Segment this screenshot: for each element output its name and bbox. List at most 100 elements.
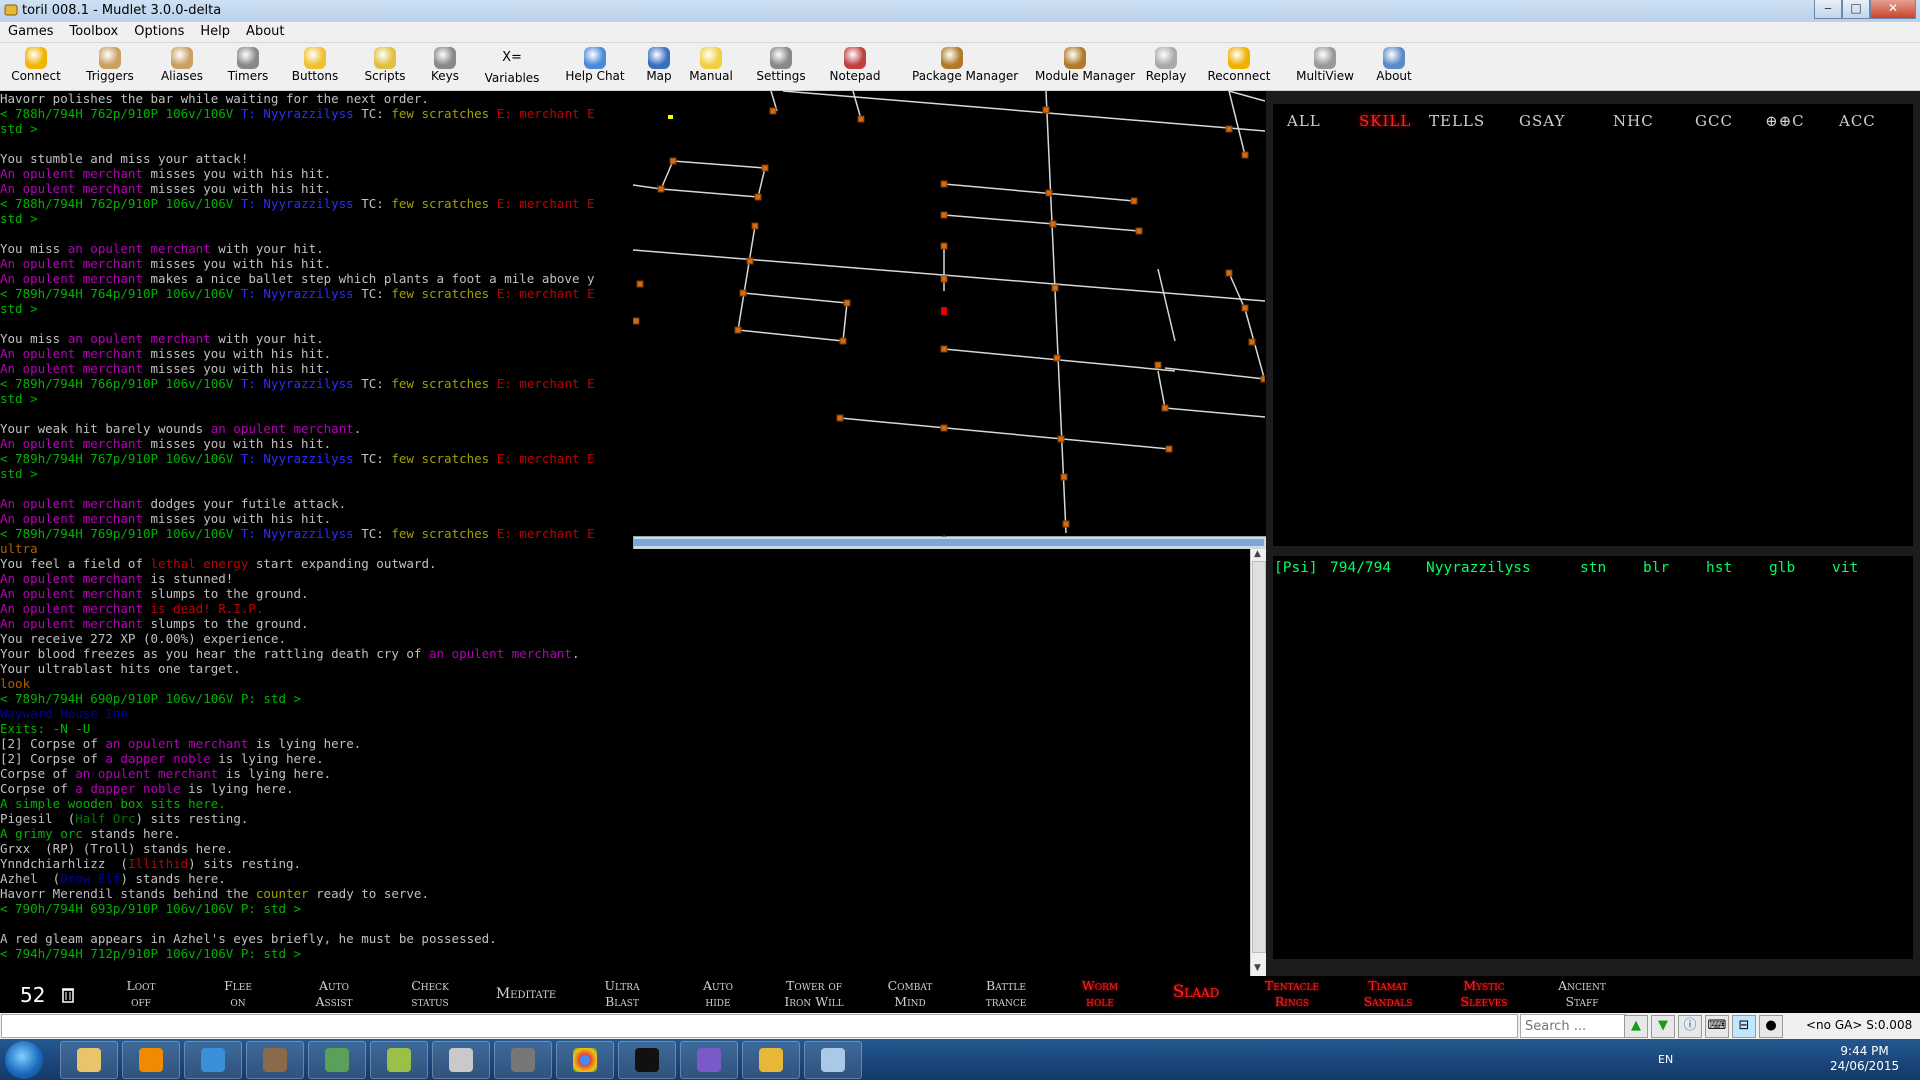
toolbar-module-manager-button[interactable]: Module Manager	[1035, 45, 1135, 89]
button-flee-on[interactable]: Flee on	[192, 978, 284, 1010]
toolbar-triggers-button[interactable]: Triggers	[70, 45, 150, 89]
main-console[interactable]: Havorr polishes the bar while waiting fo…	[0, 91, 632, 961]
button-meditate[interactable]: Meditate	[480, 986, 572, 1002]
console-scrollbar[interactable]: ▲ ▼	[1250, 549, 1266, 976]
taskbar-vlc[interactable]	[122, 1041, 180, 1079]
close-button[interactable]: ✕	[1870, 0, 1916, 19]
taskbar-chrome[interactable]	[556, 1041, 614, 1079]
button-check-status[interactable]: Check status	[384, 978, 476, 1010]
trash-icon[interactable]	[62, 987, 74, 1003]
console-text: misses you with his hit.	[143, 346, 332, 361]
button-tiamat-sandals[interactable]: Tiamat Sandals	[1342, 978, 1434, 1010]
console-line: Exits: -N -U	[0, 721, 632, 736]
menu-about[interactable]: About	[238, 22, 292, 42]
console-text: an opulent merchant	[210, 421, 354, 436]
console-text: with your hit.	[210, 331, 324, 346]
console-text: An opulent merchant	[0, 586, 143, 601]
chat-tab-acc[interactable]: ACC	[1839, 112, 1876, 130]
arrow-down-icon[interactable]: ▼	[1651, 1015, 1675, 1038]
button-ancient-staff[interactable]: Ancient Staff	[1536, 978, 1628, 1010]
taskbar-app-7[interactable]	[432, 1041, 490, 1079]
mapper-view[interactable]	[633, 91, 1265, 536]
language-indicator[interactable]: EN	[1658, 1053, 1673, 1066]
chat-tab-all[interactable]: ALL	[1287, 112, 1321, 130]
chat-tab-gsay[interactable]: GSAY	[1519, 112, 1565, 130]
toolbar-replay-button[interactable]: Replay	[1126, 45, 1206, 89]
button-auto-hide[interactable]: Auto hide	[672, 978, 764, 1010]
toolbar-button-label: Manual	[689, 69, 733, 83]
taskbar-library[interactable]	[246, 1041, 304, 1079]
record-icon[interactable]: ●	[1759, 1015, 1783, 1038]
chat-tab-oocc[interactable]: ⊕⊕C	[1765, 112, 1805, 130]
network-icon[interactable]: ⊟	[1732, 1015, 1756, 1038]
maximize-button[interactable]: □	[1842, 0, 1870, 19]
taskbar-paint[interactable]	[804, 1041, 862, 1079]
button-ultra-blast[interactable]: Ultra Blast	[576, 978, 668, 1010]
button-combat-mind[interactable]: Combat Mind	[864, 978, 956, 1010]
toolbar-multiview-button[interactable]: MultiView	[1285, 45, 1365, 89]
console-text: TC:	[353, 376, 392, 391]
taskbar-app-3[interactable]	[184, 1041, 242, 1079]
taskbar-app-11[interactable]	[680, 1041, 738, 1079]
arrow-up-icon[interactable]: ▲	[1624, 1015, 1648, 1038]
minimize-button[interactable]: ‒	[1814, 0, 1842, 19]
chat-tab-gcc[interactable]: GCC	[1695, 112, 1733, 130]
search-input[interactable]	[1520, 1014, 1626, 1038]
taskbar-terminal[interactable]	[618, 1041, 676, 1079]
button-mystic-sleeves[interactable]: Mystic Sleeves	[1438, 978, 1530, 1010]
menu-help[interactable]: Help	[192, 22, 238, 42]
console-text: few scratches	[391, 526, 490, 541]
chat-tab-nhc[interactable]: NHC	[1613, 112, 1654, 130]
console-text: slumps to the ground.	[143, 586, 309, 601]
menu-toolbox[interactable]: Toolbox	[61, 22, 126, 42]
windows-taskbar: EN 9:44 PM 24/06/2015	[0, 1039, 1920, 1080]
taskbar-mudlet[interactable]	[742, 1041, 800, 1079]
console-text: < 789h/794H 767p/910P 106v/106V	[0, 451, 241, 466]
toolbar-notepad-button[interactable]: Notepad	[815, 45, 895, 89]
scroll-up-icon[interactable]: ▲	[1254, 549, 1261, 559]
button-battle-trance[interactable]: Battle trance	[960, 978, 1052, 1010]
toolbar-about-button[interactable]: About	[1354, 45, 1434, 89]
window-titlebar[interactable]: toril 008.1 - Mudlet 3.0.0-delta ‒ □ ✕	[0, 0, 1920, 23]
button-auto-assist[interactable]: Auto Assist	[288, 978, 380, 1010]
command-input[interactable]	[1, 1014, 1518, 1038]
console-text: is dead! R.I.P.	[143, 601, 264, 616]
chat-tab-tells[interactable]: TELLS	[1429, 112, 1485, 130]
console-line: Pigesil (Half Orc) sits resting.	[0, 811, 632, 826]
info-icon[interactable]: ⓘ	[1678, 1015, 1702, 1038]
toolbar-settings-button[interactable]: Settings	[741, 45, 821, 89]
taskbar-database[interactable]	[494, 1041, 552, 1079]
menu-options[interactable]: Options	[126, 22, 192, 42]
console-text: is lying here.	[218, 766, 332, 781]
clock[interactable]: 9:44 PM 24/06/2015	[1830, 1044, 1899, 1074]
console-line: std >	[0, 211, 632, 226]
taskbar-notepad[interactable]	[370, 1041, 428, 1079]
button-tentacle-rings[interactable]: Tentacle Rings	[1246, 978, 1338, 1010]
multiview-icon	[1314, 47, 1336, 69]
chat-tab-skill[interactable]: SKILL	[1359, 112, 1411, 130]
button-slaad[interactable]: Slaad	[1150, 984, 1242, 1001]
console-text: A red gleam appears in Azhel's eyes brie…	[0, 931, 497, 946]
toolbar-buttons-button[interactable]: Buttons	[275, 45, 355, 89]
console-line: You miss an opulent merchant with your h…	[0, 331, 632, 346]
keyboard-icon[interactable]: ⌨	[1705, 1015, 1729, 1038]
button-loot-off[interactable]: Loot off	[95, 978, 187, 1010]
console-text: An opulent merchant	[0, 166, 143, 181]
console-text: TC:	[353, 106, 392, 121]
menu-games[interactable]: Games	[0, 22, 61, 42]
toolbar-variables-button[interactable]: X= Variables	[472, 45, 552, 89]
button-tower-of-iron-will[interactable]: Tower of Iron Will	[768, 978, 860, 1010]
taskbar-explorer[interactable]	[60, 1041, 118, 1079]
psi-points: 794/794	[1330, 560, 1392, 576]
toolbar-reconnect-button[interactable]: Reconnect	[1199, 45, 1279, 89]
button-worm-hole[interactable]: Worm hole	[1054, 978, 1146, 1010]
console-text: [2] Corpse of	[0, 736, 106, 751]
toolbar-manual-button[interactable]: Manual	[671, 45, 751, 89]
toolbar-connect-button[interactable]: Connect	[0, 45, 76, 89]
scroll-down-icon[interactable]: ▼	[1254, 963, 1261, 973]
console-text: E: merchant E	[489, 526, 595, 541]
start-button[interactable]	[5, 1041, 43, 1079]
map-splitter[interactable]: ⌃	[633, 534, 1267, 550]
taskbar-app-5[interactable]	[308, 1041, 366, 1079]
toolbar-package-manager-button[interactable]: Package Manager	[912, 45, 1018, 89]
